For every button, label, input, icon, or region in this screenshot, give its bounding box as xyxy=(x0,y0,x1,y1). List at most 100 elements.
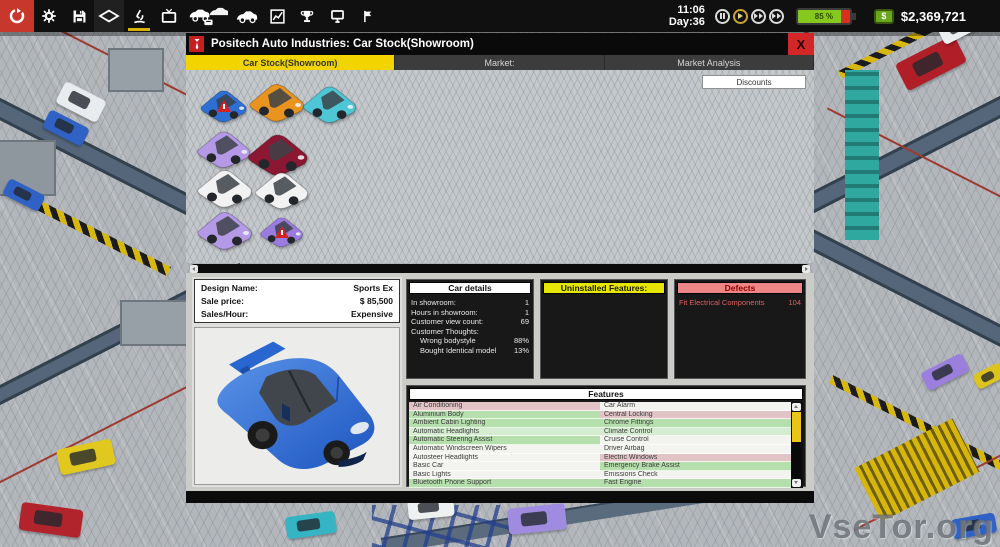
detail-label: Wrong bodystyle xyxy=(411,336,476,346)
detail-row: Bought Identical model 13% xyxy=(411,346,529,356)
watermark: VseTor.org xyxy=(809,508,994,547)
tab-market[interactable]: Market: xyxy=(395,55,604,70)
game-clock: 11:06 Day:36 xyxy=(669,4,715,28)
feature-item: Car Alarm xyxy=(600,402,791,411)
info-value: Sports Ex xyxy=(353,283,393,293)
defects-panel: Defects Fit Electrical Components 104 xyxy=(674,279,806,379)
settings-gear-icon[interactable] xyxy=(34,0,64,32)
info-row: Sale price: $ 85,500 xyxy=(201,296,393,306)
scrollbar-thumb[interactable] xyxy=(792,412,801,442)
defects-title: Defects xyxy=(677,282,803,294)
dialog-title: Positech Auto Industries: Car Stock(Show… xyxy=(204,38,788,50)
features-list: Air Conditioning Aluminium Body Ambient … xyxy=(409,402,803,488)
selected-car-image xyxy=(194,327,400,485)
positech-logo-icon[interactable] xyxy=(0,0,34,32)
showroom-car[interactable] xyxy=(250,166,312,210)
showroom-car[interactable] xyxy=(192,204,256,252)
feature-item: Basic Car xyxy=(409,462,600,471)
showroom-car[interactable] xyxy=(196,84,250,124)
dialog-bottom-bar xyxy=(186,491,814,503)
defect-row: Fit Electrical Components 104 xyxy=(679,298,801,308)
showroom-cars-icon[interactable] xyxy=(184,0,232,32)
marketing-tv-icon[interactable] xyxy=(154,0,184,32)
scroll-left-button[interactable] xyxy=(190,265,198,273)
showroom-horizontal-scrollbar[interactable] xyxy=(190,264,810,273)
time-label: 11:06 xyxy=(669,4,705,16)
uninstalled-features-body xyxy=(541,296,667,378)
money-amount: $2,369,721 xyxy=(901,9,966,24)
bg-shelf xyxy=(845,70,879,240)
efficiency-meter[interactable]: 85 % xyxy=(796,8,852,25)
info-label: Sale price: xyxy=(201,296,244,306)
defect-count: 104 xyxy=(788,298,801,308)
fastest-forward-button[interactable] xyxy=(769,9,784,24)
vehicle-design-car-icon[interactable] xyxy=(232,0,262,32)
detail-value: 1 xyxy=(525,298,529,308)
money-icon: $ xyxy=(874,9,894,24)
uninstalled-features-title: Uninstalled Features: xyxy=(543,282,665,294)
info-row: Sales/Hour: Expensive xyxy=(201,309,393,319)
feature-item: Driver Airbag xyxy=(600,445,791,454)
discounts-button[interactable]: Discounts xyxy=(702,75,806,89)
game-screen: VseTor.org xyxy=(0,0,1000,547)
car-info-section: Design Name: Sports Ex Sale price: $ 85,… xyxy=(186,273,814,491)
detail-value: 88% xyxy=(514,336,529,346)
bg-machine xyxy=(120,300,190,346)
detail-row: Hours in showroom: 1 xyxy=(411,308,529,318)
info-value: $ 85,500 xyxy=(360,296,393,306)
feature-item: Bluetooth Phone Support xyxy=(409,479,600,488)
dialog-tabs: Car Stock(Showroom) Market: Market Analy… xyxy=(186,55,814,70)
feature-item: Climate Control xyxy=(600,428,791,437)
bg-machine xyxy=(108,48,164,92)
feature-item: Ambient Cabin Lighting xyxy=(409,419,600,428)
feature-item: Automatic Steering Assist xyxy=(409,436,600,445)
detail-value: 69 xyxy=(521,317,529,327)
tab-car-stock-showroom[interactable]: Car Stock(Showroom) xyxy=(186,55,395,70)
defects-body: Fit Electrical Components 104 xyxy=(675,296,805,378)
screens-monitor-icon[interactable] xyxy=(322,0,352,32)
pause-button[interactable] xyxy=(715,9,730,24)
car-details-title: Car details xyxy=(409,282,531,294)
warning-icon xyxy=(217,100,231,112)
detail-value: 13% xyxy=(514,346,529,356)
scrollbar-track[interactable] xyxy=(792,412,801,478)
feature-item: Basic Lights xyxy=(409,471,600,480)
efficiency-value: 85 % xyxy=(815,12,833,21)
info-label: Design Name: xyxy=(201,283,258,293)
dialog-titlebar: Positech Auto Industries: Car Stock(Show… xyxy=(186,33,814,55)
detail-label: Customer view count: xyxy=(411,317,483,327)
feature-item: Chrome Fittings xyxy=(600,419,791,428)
feature-item: Emissions Check xyxy=(600,471,791,480)
features-right-column: Car Alarm Central Locking Chrome Fitting… xyxy=(600,402,791,488)
research-microscope-icon[interactable] xyxy=(124,0,154,32)
close-button[interactable]: X xyxy=(788,33,814,55)
showroom-car[interactable] xyxy=(192,164,256,208)
tab-market-analysis[interactable]: Market Analysis xyxy=(605,55,814,70)
feature-item: Automatic Windscreen Wipers xyxy=(409,445,600,454)
features-scrollbar[interactable] xyxy=(791,402,802,488)
feature-item: Autosteer Headlights xyxy=(409,454,600,463)
showroom-car[interactable] xyxy=(256,210,306,250)
feature-item: Central Locking xyxy=(600,411,791,420)
detail-label: In showroom: xyxy=(411,298,456,308)
achievements-trophy-icon[interactable] xyxy=(292,0,322,32)
info-value: Expensive xyxy=(351,309,393,319)
showroom-car[interactable] xyxy=(298,78,360,126)
stats-chart-icon[interactable] xyxy=(262,0,292,32)
feature-item: Air Conditioning xyxy=(409,402,600,411)
fast-forward-button[interactable] xyxy=(751,9,766,24)
info-row: Design Name: Sports Ex xyxy=(201,283,393,293)
money-display[interactable]: $ $2,369,721 xyxy=(874,9,1000,24)
save-floppy-icon[interactable] xyxy=(64,0,94,32)
speed-controls xyxy=(715,9,796,24)
play-button[interactable] xyxy=(733,9,748,24)
uninstalled-features-panel: Uninstalled Features: xyxy=(540,279,668,379)
scroll-right-button[interactable] xyxy=(802,265,810,273)
scroll-down-button[interactable] xyxy=(792,479,801,487)
milestones-flag-icon[interactable] xyxy=(352,0,382,32)
expand-diamond-icon[interactable] xyxy=(94,0,124,32)
defect-label: Fit Electrical Components xyxy=(679,298,764,308)
warning-icon xyxy=(275,226,289,238)
car-stock-dialog: Positech Auto Industries: Car Stock(Show… xyxy=(186,33,814,503)
scroll-up-button[interactable] xyxy=(792,403,801,411)
